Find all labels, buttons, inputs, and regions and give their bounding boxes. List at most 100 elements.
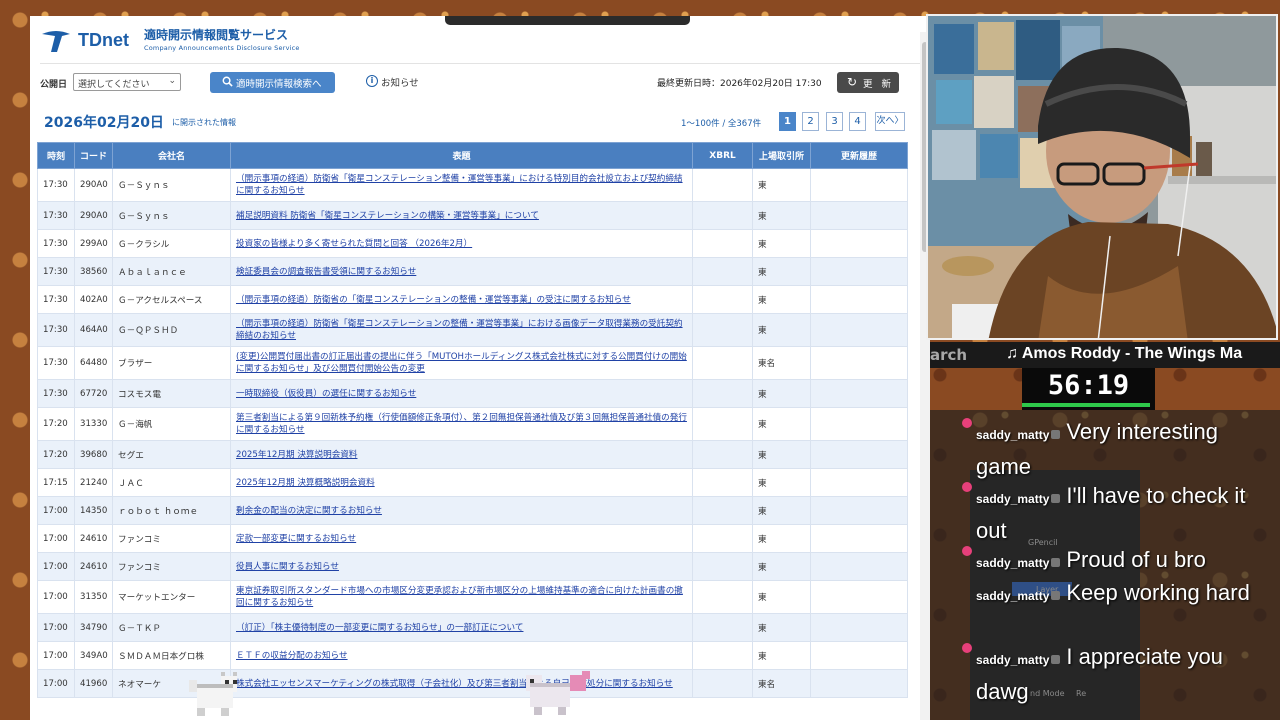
- user-badge-icon: [1051, 655, 1061, 664]
- page-button-1[interactable]: 1: [779, 112, 796, 131]
- cell-company: マーケットエンター: [112, 580, 231, 614]
- disclosure-title-link[interactable]: ＥＴＦの収益分配のお知らせ: [236, 651, 348, 661]
- disclosure-title-link[interactable]: 一時取締役（仮役員）の選任に関するお知らせ: [236, 389, 416, 399]
- date-select[interactable]: 選択してください ⌄: [73, 73, 181, 91]
- cell-history: [810, 641, 908, 670]
- now-playing-text: ♫ Amos Roddy - The Wings Ma: [1006, 345, 1243, 362]
- page-button-2[interactable]: 2: [802, 112, 819, 131]
- disclosure-title-link[interactable]: （開示事項の経過）防衛省の「衛星コンステレーションの整備・運営等事業」の受注に関…: [236, 295, 631, 305]
- service-subtitle: Company Announcements Disclosure Service: [144, 44, 300, 52]
- chat-message: saddy_matty Proud of u bro: [976, 544, 1276, 579]
- cell-xbrl: [692, 641, 753, 670]
- cell-code: 67720: [74, 379, 113, 408]
- cell-code: 41960: [74, 669, 113, 698]
- chat-text: Proud of u bro: [1066, 547, 1206, 572]
- chevron-down-icon: ⌄: [168, 76, 176, 86]
- table-row: 17:00 24610 ファンコミ 役員人事に関するお知らせ 東: [37, 552, 908, 581]
- cell-exchange: 東: [752, 580, 811, 614]
- search-icon: [222, 76, 233, 87]
- cell-time: 17:15: [37, 468, 75, 497]
- disclosure-title-link[interactable]: 検証委員会の調査報告書受領に関するお知らせ: [236, 267, 416, 277]
- cell-code: 31350: [74, 580, 113, 614]
- cell-exchange: 東: [752, 168, 811, 202]
- cell-company: Ｇ－Ｓｙｎｓ: [112, 168, 231, 202]
- page-button-4[interactable]: 4: [849, 112, 866, 131]
- next-page-button[interactable]: 次へ〉: [875, 112, 905, 131]
- disclosure-title-link[interactable]: 東京証券取引所スタンダード市場への市場区分変更承認および新市場区分の上場維持基準…: [236, 586, 683, 608]
- cell-company: ブラザー: [112, 346, 231, 380]
- cell-title: （開示事項の経過）防衛省「衛星コンステレーションの整備・運営等事業」における画像…: [230, 313, 693, 347]
- disclosure-title-link[interactable]: 投資家の皆様より多く寄せられた質問と回答 （2026年2月）: [236, 239, 472, 249]
- cell-exchange: 東: [752, 440, 811, 469]
- refresh-icon: ↻: [847, 75, 858, 89]
- disclosure-title-link[interactable]: 剰余金の配当の決定に関するお知らせ: [236, 506, 382, 516]
- cell-history: [810, 552, 908, 581]
- cell-xbrl: [692, 440, 753, 469]
- table-row: 17:30 290A0 Ｇ－Ｓｙｎｓ 補足説明資料 防衛省「衛星コンステレーションの構…: [37, 201, 908, 230]
- cell-time: 17:00: [37, 641, 75, 670]
- cell-exchange: 東: [752, 496, 811, 525]
- disclosure-title-link[interactable]: (変更)公開買付届出書の訂正届出書の提出に伴う「MUTOHホールディングス株式会…: [236, 352, 687, 374]
- now-playing-bar: arch ♫ Amos Roddy - The Wings Ma: [930, 342, 1280, 368]
- cell-time: 17:00: [37, 669, 75, 698]
- cell-code: 402A0: [74, 285, 113, 314]
- page-button-3[interactable]: 3: [826, 112, 843, 131]
- chat-message: saddy_matty Keep working hard: [976, 577, 1276, 612]
- tdnet-browser-pane: TDnet 適時開示情報閲覧サービス Company Announcements…: [30, 16, 930, 720]
- refresh-button[interactable]: ↻ 更 新: [837, 72, 899, 93]
- cell-time: 17:30: [37, 313, 75, 347]
- disclosure-title-link[interactable]: 2025年12月期 決算概略説明会資料: [236, 478, 375, 488]
- cell-xbrl: [692, 580, 753, 614]
- logo-text[interactable]: TDnet: [78, 30, 129, 51]
- cell-time: 17:30: [37, 257, 75, 286]
- search-button[interactable]: 適時開示情報検索へ: [210, 72, 335, 93]
- user-badge-icon: [1051, 494, 1061, 503]
- cell-history: [810, 613, 908, 642]
- cell-exchange: 東: [752, 285, 811, 314]
- cell-time: 17:30: [37, 168, 75, 202]
- table-row: 17:30 290A0 Ｇ－Ｓｙｎｓ （開示事項の経過）防衛省「衛星コンステレーション…: [37, 168, 908, 202]
- cell-title: 定款一部変更に関するお知らせ: [230, 524, 693, 553]
- disclosure-title-link[interactable]: 補足説明資料 防衛省「衛星コンステレーションの構築・運営等事業」について: [236, 211, 539, 221]
- cell-exchange: 東: [752, 641, 811, 670]
- cell-xbrl: [692, 168, 753, 202]
- cell-company: ＳＭＤＡＭ日本グロ株: [112, 641, 231, 670]
- cell-time: 17:20: [37, 440, 75, 469]
- disclosure-title-link[interactable]: 株式会社エッセンスマーケティングの株式取得（子会社化）及び第三者割当による自己株…: [236, 679, 673, 689]
- cell-xbrl: [692, 229, 753, 258]
- cell-company: セグエ: [112, 440, 231, 469]
- white-cat-sprite: [189, 672, 237, 716]
- cell-xbrl: [692, 524, 753, 553]
- chevron-right-icon: 〉: [894, 116, 904, 126]
- table-row: 17:00 41960 ネオマーケ 株式会社エッセンスマーケティングの株式取得（子会社…: [37, 669, 908, 698]
- result-range: 1〜100件 / 全367件: [681, 119, 762, 129]
- cell-time: 17:30: [37, 229, 75, 258]
- last-update-text: 最終更新日時：2026年02月20日 17:30: [657, 79, 822, 89]
- column-header-xbrl: XBRL: [692, 142, 753, 169]
- refresh-button-label: 更 新: [863, 79, 895, 90]
- table-row: 17:00 24610 ファンコミ 定款一部変更に関するお知らせ 東: [37, 524, 908, 553]
- chat-username: saddy_matty: [976, 653, 1050, 667]
- service-title: 適時開示情報閲覧サービス: [144, 28, 289, 42]
- table-row: 17:20 39680 セグエ 2025年12月期 決算説明会資料 東: [37, 440, 908, 469]
- table-row: 17:30 67720 コスモス電 一時取締役（仮役員）の選任に関するお知らせ 東: [37, 379, 908, 408]
- cell-exchange: 東: [752, 468, 811, 497]
- notice-link[interactable]: i お知らせ: [366, 75, 419, 89]
- table-row: 17:00 34790 Ｇ－ＴＫＰ （訂正）「株主優待制度の一部変更に関するお知らせ」…: [37, 613, 908, 642]
- disclosure-title-link[interactable]: 2025年12月期 決算説明会資料: [236, 450, 357, 460]
- cell-time: 17:30: [37, 285, 75, 314]
- tdnet-logo-icon[interactable]: [40, 28, 72, 54]
- cell-code: 14350: [74, 496, 113, 525]
- cell-xbrl: [692, 552, 753, 581]
- table-row: 17:20 31330 Ｇ－海帆 第三者割当による第９回新株予約権（行使価額修正条項付…: [37, 407, 908, 441]
- disclosure-title-link[interactable]: 第三者割当による第９回新株予約権（行使価額修正条項付）、第２回無担保普通社債及び…: [236, 413, 687, 435]
- disclosure-title-link[interactable]: （開示事項の経過）防衛省「衛星コンステレーション整備・運営等事業」における特別目…: [236, 174, 683, 196]
- disclosure-title-link[interactable]: 役員人事に関するお知らせ: [236, 562, 339, 572]
- cell-company: Ｇ－ＴＫＰ: [112, 613, 231, 642]
- disclosure-title-link[interactable]: （開示事項の経過）防衛省「衛星コンステレーションの整備・運営等事業」における画像…: [236, 319, 683, 341]
- disclosure-title-link[interactable]: （訂正）「株主優待制度の一部変更に関するお知らせ」の一部訂正について: [236, 623, 523, 633]
- cell-company: Ｇ－Ｓｙｎｓ: [112, 201, 231, 230]
- disclosure-title-link[interactable]: 定款一部変更に関するお知らせ: [236, 534, 356, 544]
- cell-time: 17:30: [37, 201, 75, 230]
- cell-exchange: 東: [752, 613, 811, 642]
